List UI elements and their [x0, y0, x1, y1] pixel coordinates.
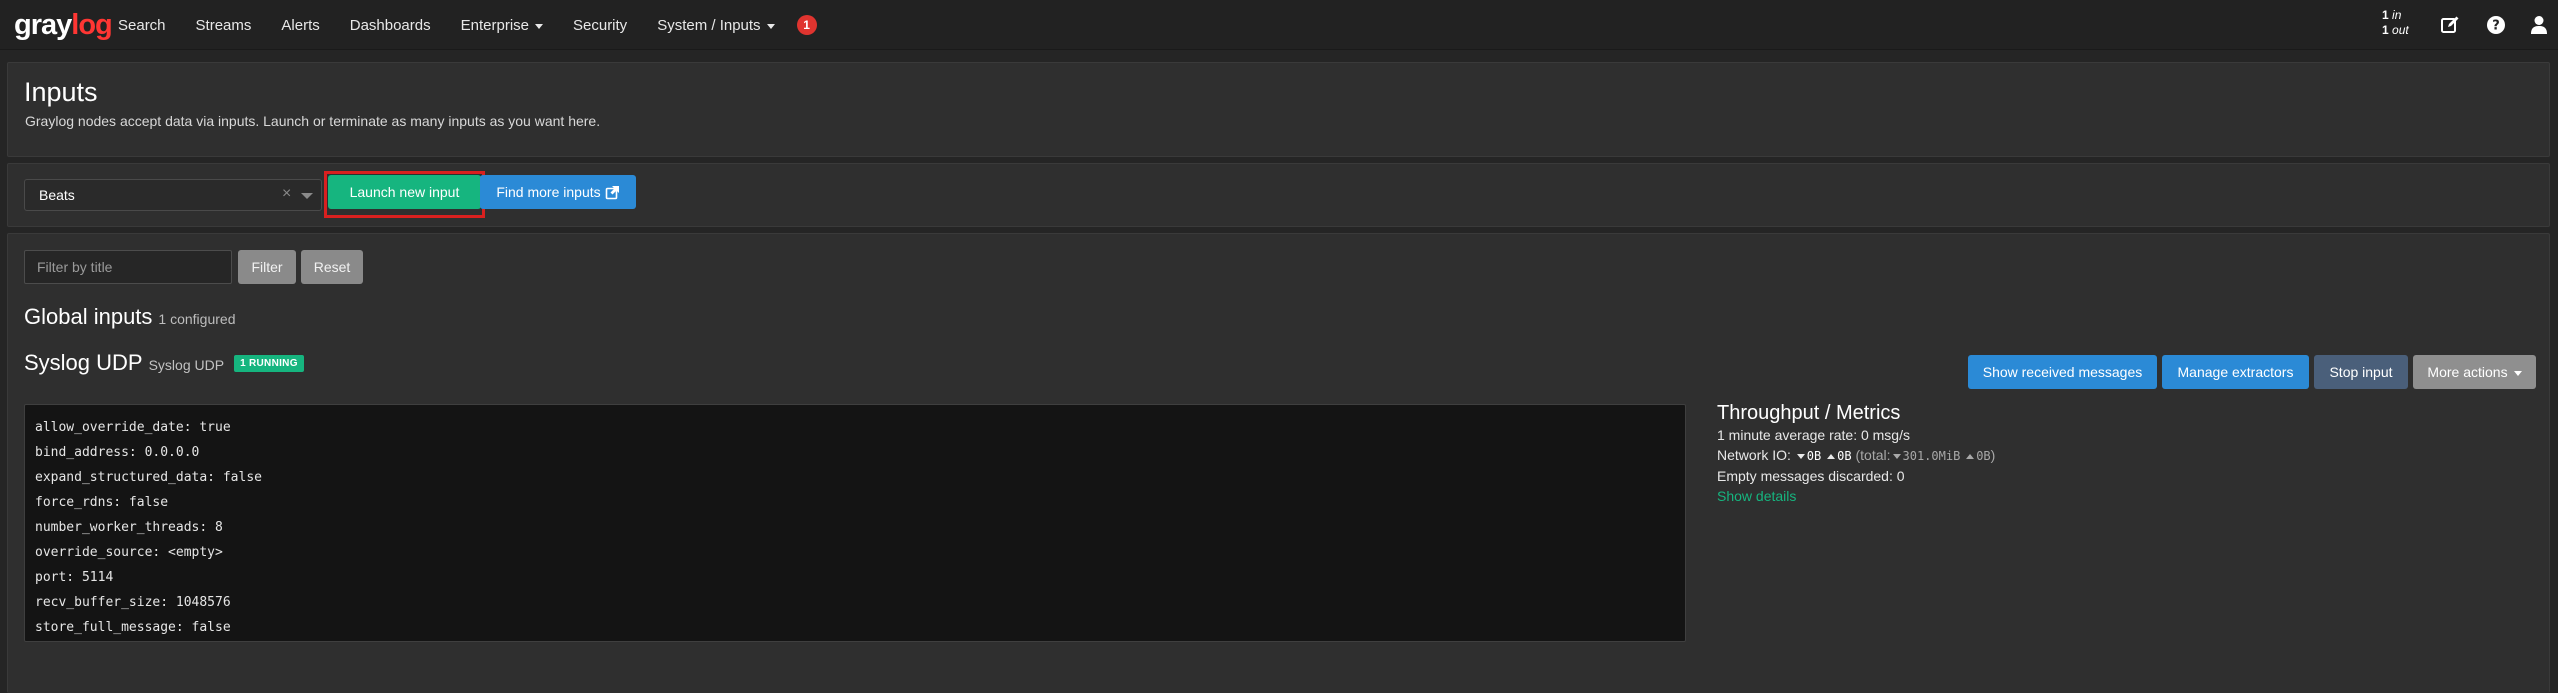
- metrics-title: Throughput / Metrics: [1717, 402, 1901, 424]
- status-badge: 1 RUNNING: [234, 355, 304, 372]
- stop-input-button[interactable]: Stop input: [2314, 355, 2408, 389]
- top-navbar: graylog Search Streams Alerts Dashboards…: [0, 0, 2558, 50]
- nav-links: Search Streams Alerts Dashboards Enterpr…: [118, 0, 817, 50]
- input-type-label: Syslog UDP: [148, 357, 225, 373]
- edit-icon[interactable]: [2438, 13, 2462, 37]
- network-io-label: Network IO:: [1717, 447, 1791, 463]
- external-link-icon: [605, 185, 619, 199]
- manage-extractors-button[interactable]: Manage extractors: [2162, 355, 2309, 389]
- throughput-metrics: Throughput / Metrics 1 minute average ra…: [1717, 402, 1995, 506]
- network-total-label: (total:: [1855, 447, 1891, 463]
- network-total-up: 0B: [1976, 449, 1991, 463]
- nav-enterprise-label: Enterprise: [460, 16, 529, 34]
- metrics-avg-rate: 1 minute average rate: 0 msg/s: [1717, 427, 1910, 443]
- user-icon[interactable]: [2527, 13, 2551, 37]
- arrow-down-icon: [1796, 454, 1805, 459]
- config-line: force_rdns: false: [35, 495, 169, 510]
- chevron-down-icon: [535, 23, 543, 29]
- input-entry-heading: Syslog UDP Syslog UDP 1 RUNNING: [24, 350, 304, 376]
- page-title: Inputs: [24, 77, 98, 107]
- nav-enterprise[interactable]: Enterprise: [461, 17, 543, 34]
- arrow-up-icon: [1827, 454, 1836, 459]
- notification-badge[interactable]: 1: [796, 15, 817, 35]
- input-type-select[interactable]: Beats ×: [24, 179, 322, 211]
- page-header-panel: Inputs Graylog nodes accept data via inp…: [7, 62, 2550, 157]
- config-line: bind_address: 0.0.0.0: [35, 445, 200, 460]
- chevron-down-icon: [766, 23, 775, 29]
- throughput-out-label: out: [2392, 23, 2409, 37]
- nav-system-label: System / Inputs: [657, 16, 761, 34]
- network-up-value: 0B: [1837, 449, 1852, 463]
- config-line: recv_buffer_size: 1048576: [35, 595, 231, 610]
- find-more-inputs-label: Find more inputs: [496, 184, 601, 200]
- config-line: number_worker_threads: 8: [35, 520, 223, 535]
- throughput-in-count: 1: [2382, 8, 2389, 22]
- launch-new-input-button[interactable]: Launch new input: [328, 175, 481, 209]
- help-icon[interactable]: ?: [2484, 13, 2508, 37]
- nav-system-inputs[interactable]: System / Inputs: [657, 16, 775, 34]
- more-actions-label: More actions: [2427, 364, 2508, 380]
- throughput-out-count: 1: [2382, 23, 2389, 37]
- throughput-in-label: in: [2392, 8, 2402, 22]
- config-line: override_source: <empty>: [35, 545, 223, 560]
- metrics-network-io: Network IO: 0B 0B (total: 301.0MiB 0B): [1717, 445, 1995, 466]
- network-total-down: 301.0MiB: [1902, 449, 1961, 463]
- logo-text: graylog: [14, 9, 113, 41]
- config-line: port: 5114: [35, 570, 114, 585]
- metrics-empty-discarded: Empty messages discarded: 0: [1717, 468, 1905, 484]
- nav-alerts[interactable]: Alerts: [281, 17, 319, 34]
- launch-input-panel: Beats × Launch new input Find more input…: [7, 163, 2550, 227]
- svg-text:?: ?: [2492, 19, 2500, 34]
- filter-button[interactable]: Filter: [238, 250, 296, 284]
- global-inputs-title: Global inputs: [24, 304, 153, 329]
- global-inputs-heading: Global inputs 1 configured: [24, 304, 235, 330]
- input-configuration: allow_override_date: true bind_address: …: [24, 404, 1686, 642]
- show-received-messages-button[interactable]: Show received messages: [1968, 355, 2157, 389]
- arrow-up-icon: [1966, 454, 1975, 459]
- clear-icon[interactable]: ×: [282, 185, 291, 203]
- nav-security[interactable]: Security: [573, 17, 627, 34]
- reset-button[interactable]: Reset: [301, 250, 363, 284]
- network-down-value: 0B: [1806, 449, 1822, 463]
- find-more-inputs-button[interactable]: Find more inputs: [480, 175, 636, 209]
- throughput-indicator: 1 in 1 out: [2382, 8, 2409, 38]
- chevron-down-icon: [2513, 370, 2522, 376]
- filter-by-title-input[interactable]: [24, 250, 232, 284]
- more-actions-button[interactable]: More actions: [2413, 355, 2536, 389]
- config-line: store_full_message: false: [35, 620, 231, 635]
- show-details-link[interactable]: Show details: [1717, 486, 1995, 506]
- inputs-list-panel: Filter Reset Global inputs 1 configured S…: [7, 233, 2550, 693]
- config-line: expand_structured_data: false: [35, 470, 262, 485]
- chevron-down-icon[interactable]: [301, 193, 313, 199]
- nav-streams[interactable]: Streams: [196, 17, 252, 34]
- input-type-select-value: Beats: [39, 187, 75, 203]
- config-line: allow_override_date: true: [35, 420, 231, 435]
- graylog-logo[interactable]: graylog: [14, 9, 113, 41]
- global-inputs-count: 1 configured: [158, 311, 236, 327]
- nav-dashboards[interactable]: Dashboards: [350, 17, 431, 34]
- page-subtitle: Graylog nodes accept data via inputs. La…: [25, 113, 601, 129]
- network-total-close: ): [1990, 447, 1996, 463]
- arrow-down-icon: [1892, 454, 1901, 459]
- nav-search[interactable]: Search: [118, 17, 166, 34]
- input-title: Syslog UDP: [24, 350, 143, 375]
